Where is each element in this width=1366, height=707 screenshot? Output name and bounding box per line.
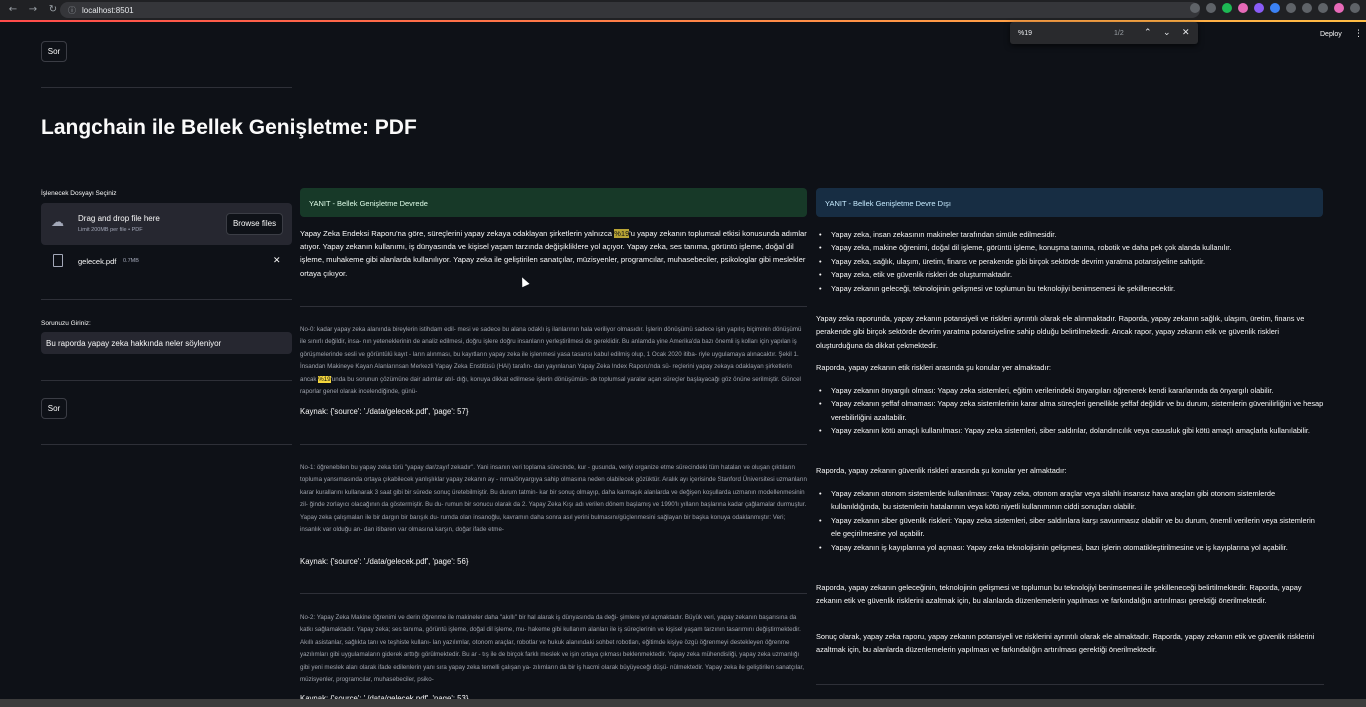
list-item: Yapay zekanın önyargılı olması: Yapay ze… [817,384,1324,398]
uploaded-file-name: gelecek.pdf [78,257,117,266]
find-match-count: 1/2 [1114,29,1124,37]
answer-with-memory: Yapay Zeka Endeksi Raporu'na göre, süreç… [300,227,807,280]
source-chunk-0: No-0: kadar yapay zeka alanında bireyler… [300,324,807,398]
divider [41,444,292,445]
question-input[interactable] [41,332,292,354]
list-item: Yapay zeka, sağlık, ulaşım, üretim, fina… [817,255,1324,269]
main-menu-icon[interactable]: ⋮ [1354,29,1363,39]
forward-icon[interactable]: → [26,3,40,17]
divider [41,87,292,88]
list-item: Yapay zeka, makine öğrenimi, doğal dil i… [817,241,1324,255]
find-input[interactable]: %19 [1018,30,1032,37]
site-info-icon[interactable]: ⓘ [68,5,76,16]
find-close-icon[interactable]: ✕ [1182,28,1190,38]
deploy-button[interactable]: Deploy [1320,31,1342,38]
find-bar: %19 1/2 ⌃ ⌄ ✕ [1010,22,1198,44]
profile-avatar[interactable] [1334,3,1344,13]
list-item: Yapay zeka, insan zekasının makineler ta… [817,228,1324,242]
remove-file-icon[interactable]: ✕ [273,256,281,266]
answer-paragraph: Yapay zeka raporunda, yapay zekanın pota… [816,314,1305,350]
answer-paragraph: Raporda, yapay zekanın güvenlik riskleri… [816,466,1067,475]
answer-paragraph: Raporda, yapay zekanın etik riskleri ara… [816,363,1051,372]
list-item: Yapay zekanın iş kayıplarına yol açması:… [817,541,1324,555]
file-dropzone[interactable]: ☁ Drag and drop file here Limit 200MB pe… [41,203,292,245]
answer-paragraph: Raporda, yapay zekanın geleceğinin, tekn… [816,583,1302,606]
cloud-upload-icon: ☁ [51,215,64,230]
extension-icon[interactable] [1222,3,1232,13]
find-previous-icon[interactable]: ⌃ [1144,28,1152,38]
extension-icon[interactable] [1254,3,1264,13]
list-item: Yapay zekanın kötü amaçlı kullanılması: … [817,424,1324,438]
page-title: Langchain ile Bellek Genişletme: PDF [41,116,417,139]
extension-icon[interactable] [1238,3,1248,13]
source-chunk-2: No-2: Yapay Zeka Makine öğrenimi ve deri… [300,614,804,684]
list-item: Yapay zekanın otonom sistemlerde kullanı… [817,487,1324,514]
memory-on-alert: YANIT - Bellek Genişletme Devrede [300,188,807,217]
list-item: Yapay zekanın şeffaf olmaması: Yapay zek… [817,397,1324,424]
bookmark-star-icon[interactable] [1206,3,1216,13]
divider [41,380,292,381]
divider [816,684,1324,685]
find-next-icon[interactable]: ⌄ [1163,28,1171,38]
source-reference-0: Kaynak: {'source': './data/gelecek.pdf',… [300,407,469,416]
divider [41,299,292,300]
list-item: Yapay zeka, etik ve güvenlik riskleri de… [817,268,1324,282]
memory-off-alert: YANIT - Bellek Genişletme Devre Dışı [816,188,1323,217]
chunk-text: No-0: kadar yapay zeka alanında bireyler… [300,326,802,383]
back-icon[interactable]: ← [6,3,20,17]
reload-icon[interactable]: ↻ [46,3,60,17]
chunk-text: 'unda bu sorunun çözümüne dair adımlar a… [300,375,801,396]
file-uploader-label: İşlenecek Dosyayı Seçiniz [41,190,117,197]
source-chunk-1: No-1: öğrenebilen bu yapay zeka türü "ya… [300,464,807,534]
answer-list-1: Yapay zeka, insan zekasının makineler ta… [817,228,1324,295]
uploaded-file-size: 0.7MB [123,258,139,264]
answer-text: Yapay Zeka Endeksi Raporu'na göre, süreç… [300,229,615,238]
list-item: Yapay zekanın siber güvenlik riskleri: Y… [817,514,1324,541]
top-ask-button[interactable]: Sor [41,41,67,62]
sidebar-icon[interactable] [1318,3,1328,13]
url-text: localhost:8501 [82,5,134,15]
download-icon[interactable] [1302,3,1312,13]
answer-paragraph: Sonuç olarak, yapay zeka raporu, yapay z… [816,632,1315,655]
extensions-puzzle-icon[interactable] [1286,3,1296,13]
divider [300,593,807,594]
file-icon [53,254,63,267]
list-item: Yapay zekanın geleceği, teknolojinin gel… [817,282,1324,296]
page-icon[interactable] [1190,3,1200,13]
dropzone-title: Drag and drop file here [78,214,160,223]
search-highlight: %19 [614,229,630,238]
browser-menu-icon[interactable] [1350,3,1360,13]
taskbar [0,699,1366,707]
browser-toolbar: ← → ↻ ⌂ ⓘ localhost:8501 [0,0,1366,20]
security-risks-list: Yapay zekanın otonom sistemlerde kullanı… [817,487,1324,554]
extensions-area [1190,3,1360,13]
search-highlight-active: %19 [318,375,331,383]
divider [300,444,807,445]
ask-button[interactable]: Sor [41,398,67,419]
ethical-risks-list: Yapay zekanın önyargılı olması: Yapay ze… [817,384,1324,438]
source-reference-1: Kaynak: {'source': './data/gelecek.pdf',… [300,557,469,566]
dropzone-limit: Limit 200MB per file • PDF [78,227,143,233]
extension-icon[interactable] [1270,3,1280,13]
address-bar[interactable]: ⓘ localhost:8501 [60,2,1200,18]
question-label: Sorunuzu Giriniz: [41,320,91,327]
browse-files-button[interactable]: Browse files [226,213,283,235]
divider [300,306,807,307]
